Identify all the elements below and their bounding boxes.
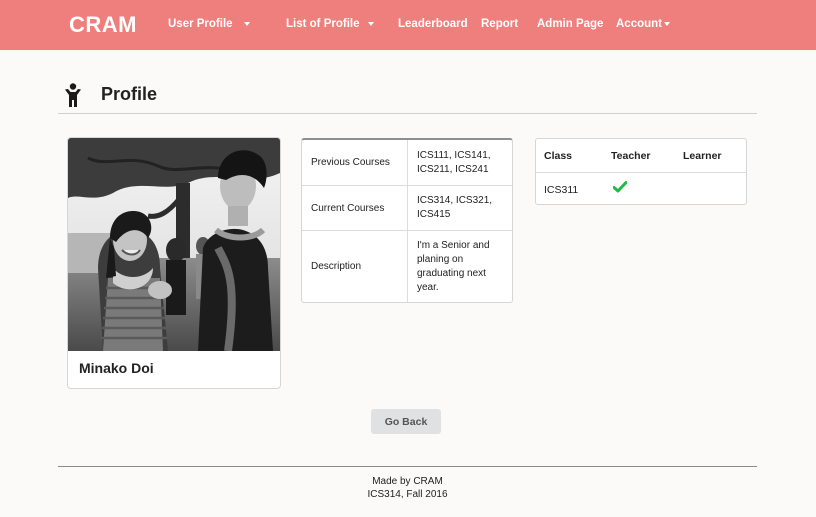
column-divider [407, 140, 408, 185]
top-navbar: CRAM User Profile List of Profile Leader… [0, 0, 816, 50]
nav-admin-page[interactable]: Admin Page [537, 18, 603, 30]
table-header: Class Teacher Learner [536, 139, 746, 173]
current-courses-value: ICS314, ICS321, ICS415 [417, 195, 493, 220]
nav-user-profile[interactable]: User Profile [168, 18, 233, 30]
list-of-profile-dropdown-icon[interactable] [368, 22, 374, 26]
brand-logo[interactable]: CRAM [69, 12, 137, 38]
profile-photo [68, 138, 280, 351]
column-header-teacher: Teacher [611, 150, 651, 162]
class-roles-table: Class Teacher Learner ICS311 [535, 138, 747, 205]
nav-list-of-profile[interactable]: List of Profile [286, 18, 359, 30]
account-dropdown-icon[interactable] [664, 22, 670, 26]
table-row: Current Courses ICS314, ICS321, ICS415 [302, 186, 512, 231]
profile-card: Minako Doi [67, 137, 281, 389]
profile-info-table: Previous Courses ICS111, ICS141, ICS211,… [301, 138, 513, 303]
footer-course: ICS314, Fall 2016 [367, 489, 448, 500]
profile-name: Minako Doi [79, 360, 154, 376]
person-icon [65, 83, 81, 107]
checkmark-icon [613, 181, 627, 193]
nav-report[interactable]: Report [481, 18, 518, 30]
table-row: Description I'm a Senior and planing on … [302, 231, 512, 302]
description-value: I'm a Senior and planing on graduating n… [417, 240, 490, 293]
table-row: Previous Courses ICS111, ICS141, ICS211,… [302, 140, 512, 186]
column-divider [407, 231, 408, 302]
class-cell: ICS311 [544, 184, 579, 196]
column-header-learner: Learner [683, 150, 722, 162]
previous-courses-value: ICS111, ICS141, ICS211, ICS241 [417, 150, 491, 175]
user-profile-dropdown-icon[interactable] [244, 22, 250, 26]
go-back-button[interactable]: Go Back [371, 409, 441, 434]
footer: Made by CRAM ICS314, Fall 2016 [58, 466, 757, 517]
current-courses-label: Current Courses [311, 203, 385, 214]
nav-leaderboard[interactable]: Leaderboard [398, 18, 468, 30]
column-header-class: Class [544, 150, 573, 162]
page-header: Profile [58, 80, 757, 114]
description-label: Description [311, 261, 362, 272]
page-title: Profile [101, 84, 158, 104]
previous-courses-label: Previous Courses [311, 157, 390, 168]
nav-account[interactable]: Account [616, 18, 662, 30]
footer-credit: Made by CRAM [372, 476, 443, 487]
column-divider [407, 186, 408, 230]
